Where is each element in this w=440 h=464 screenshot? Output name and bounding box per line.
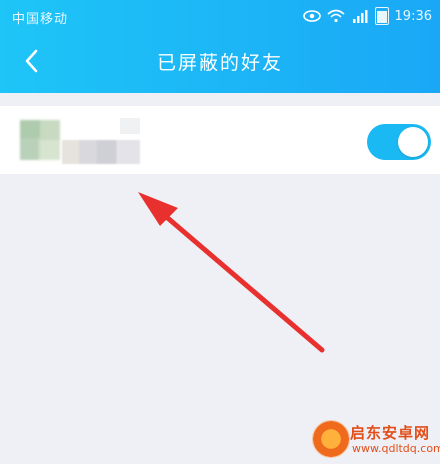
signal-icon (352, 10, 368, 23)
watermark-url: www.qdltdq.com (352, 442, 440, 455)
watermark-brand: 启东安卓网 (350, 424, 431, 442)
carrier-label: 中国移动 (12, 12, 69, 27)
battery-icon (374, 7, 389, 25)
block-toggle[interactable] (367, 124, 431, 160)
status-bar: 中国移动 19:36 (0, 0, 440, 32)
status-icons: 19:36 (302, 7, 432, 25)
app-header: 中国移动 19:36 已屏蔽的好友 (0, 0, 440, 93)
eye-icon (302, 10, 321, 22)
brand-logo-icon (312, 420, 350, 458)
name-blur-fragment (120, 118, 140, 134)
watermark: 启东安卓网 www.qdltdq.com (300, 410, 440, 464)
toggle-knob (398, 127, 428, 157)
avatar (20, 120, 60, 160)
friend-name-blurred (62, 140, 140, 164)
wifi-icon (327, 9, 345, 23)
clock: 19:36 (394, 8, 432, 24)
nav-bar: 已屏蔽的好友 (0, 36, 440, 86)
page-title: 已屏蔽的好友 (156, 52, 283, 74)
